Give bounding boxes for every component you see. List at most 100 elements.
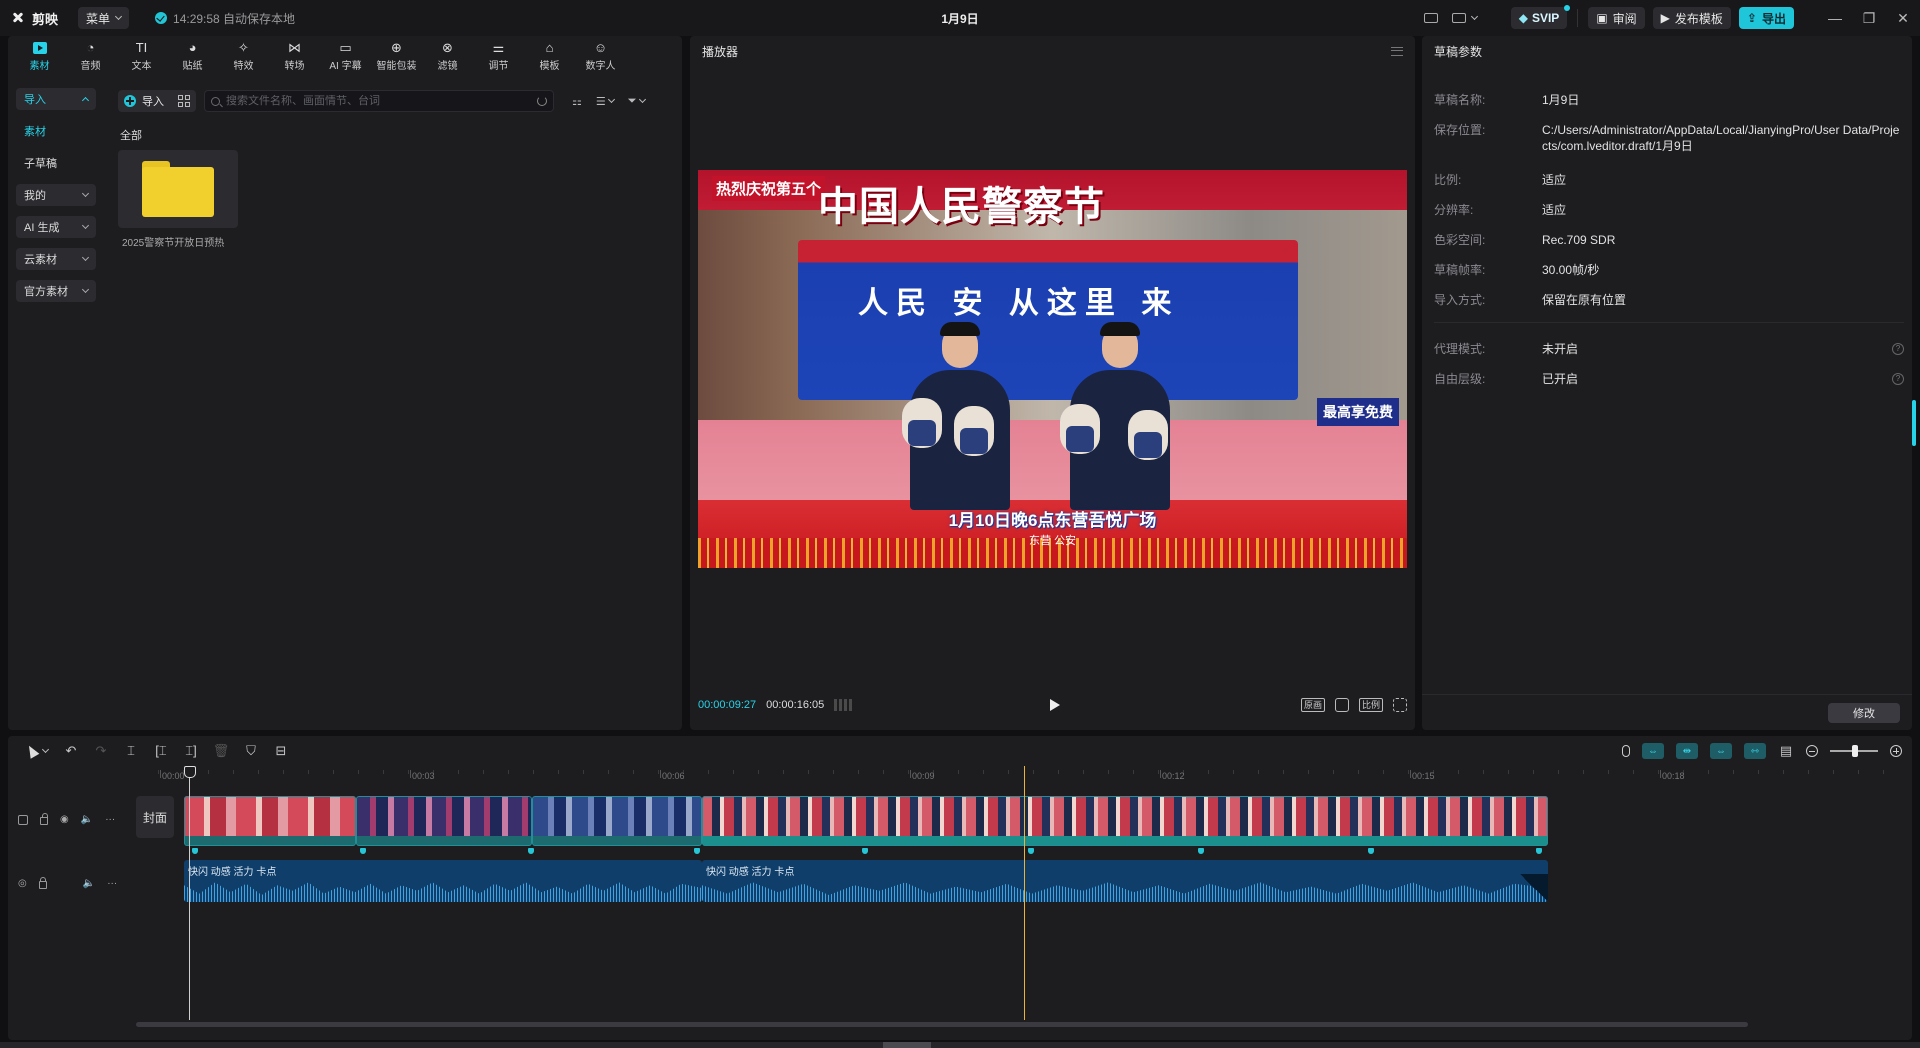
panel-resize-handle[interactable]	[883, 1042, 931, 1048]
video-clip[interactable]	[184, 796, 356, 846]
modify-button[interactable]: 修改	[1828, 703, 1900, 723]
beat-marker[interactable]	[360, 848, 366, 854]
select-tool-button[interactable]	[18, 740, 56, 762]
audio-clip[interactable]: 快闪 动感 活力 卡点	[702, 860, 1548, 902]
review-button[interactable]: ▣ 审阅	[1588, 7, 1645, 29]
video-clip[interactable]	[702, 796, 1548, 846]
beat-marker[interactable]	[1028, 848, 1034, 854]
tab-text[interactable]: TI 文本	[116, 36, 167, 76]
tab-template[interactable]: ⌂ 模板	[524, 36, 575, 76]
redo-button[interactable]: ↷	[86, 740, 116, 762]
tab-filter[interactable]: ⊗ 滤镜	[422, 36, 473, 76]
tab-digital-human[interactable]: ☺ 数字人	[575, 36, 626, 76]
speaker-icon[interactable]: 🔈	[83, 878, 95, 889]
zoom-slider-knob[interactable]	[1852, 745, 1858, 757]
timeline-horizontal-scrollbar[interactable]	[136, 1022, 1748, 1027]
video-preview[interactable]: 热烈庆祝第五个 中国人民警察节 人民 安 从这里 来 最高享免费 1月10日晚6…	[698, 170, 1407, 568]
cover-button[interactable]: 封面	[136, 796, 174, 838]
audio-fade-out[interactable]	[1520, 874, 1548, 902]
menu-button[interactable]: 菜单	[78, 7, 130, 29]
sidebar-item-official[interactable]: 官方素材	[16, 280, 96, 302]
zoom-out-icon[interactable]	[1806, 745, 1818, 757]
delete-button[interactable]: 🗑	[206, 740, 236, 762]
menu-icon[interactable]	[1391, 46, 1403, 56]
tab-audio[interactable]: ◔ 音频	[65, 36, 116, 76]
tab-transition[interactable]: ⋈ 转场	[269, 36, 320, 76]
marker-button[interactable]: ⛉	[236, 740, 266, 762]
timeline-ruler[interactable]: 00:00 00:03 00:06 00:09 00:12 00:15 00:1…	[158, 770, 1908, 784]
beat-marker[interactable]	[862, 848, 868, 854]
tab-effects[interactable]: ✧ 特效	[218, 36, 269, 76]
help-icon[interactable]: ?	[1892, 343, 1904, 355]
sidebar-item-sub-draft[interactable]: 子草稿	[16, 152, 96, 174]
sidebar-item-media[interactable]: 素材	[16, 120, 96, 142]
timecode-mode-icon[interactable]	[834, 699, 855, 711]
close-button[interactable]: ✕	[1886, 0, 1920, 36]
fullscreen-icon[interactable]	[1393, 698, 1407, 712]
beat-marker[interactable]	[528, 848, 534, 854]
eye-icon[interactable]: ◉	[60, 814, 69, 825]
more-icon[interactable]: ···	[107, 878, 117, 889]
linkage-icon[interactable]: ⇔	[1710, 743, 1732, 759]
help-icon[interactable]: ?	[1892, 373, 1904, 385]
speaker-icon[interactable]: 🔈	[81, 814, 93, 825]
timeline-toolbar: ↶ ↷ ⌶ [⌶ ⌶] 🗑 ⛉ ⊟ ⇔ ⇹ ⇔ ⇿ ▤	[8, 736, 1912, 766]
param-key: 比例:	[1434, 173, 1462, 187]
view-mode-button[interactable]: ⚏	[572, 95, 582, 108]
tab-ai-caption[interactable]: ▭ AI 字幕	[320, 36, 371, 76]
beat-marker[interactable]	[1536, 848, 1542, 854]
sidebar-item-import[interactable]: 导入	[16, 88, 96, 110]
sidebar-item-mine[interactable]: 我的	[16, 184, 96, 206]
lock-icon[interactable]	[38, 876, 47, 889]
trim-left-button[interactable]: [⌶	[146, 740, 176, 762]
undo-button[interactable]: ↶	[56, 740, 86, 762]
lock-icon[interactable]	[40, 812, 48, 825]
tab-sticker[interactable]: ◕ 贴纸	[167, 36, 218, 76]
publish-template-button[interactable]: ▶ 发布模板	[1652, 7, 1731, 29]
play-icon[interactable]	[1050, 699, 1060, 711]
ratio-button[interactable]: 比例	[1358, 698, 1383, 712]
sidebar-item-cloud[interactable]: 云素材	[16, 248, 96, 270]
export-button[interactable]: ⇪ 导出	[1738, 7, 1794, 29]
crop-button[interactable]: ⊟	[266, 740, 296, 762]
beat-marker[interactable]	[192, 848, 198, 854]
audio-clip[interactable]: 快闪 动感 活力 卡点	[184, 860, 702, 902]
divider	[1434, 322, 1904, 323]
original-quality-button[interactable]: 原画	[1300, 698, 1325, 712]
zoom-in-icon[interactable]	[1890, 745, 1902, 757]
maximize-button[interactable]: ❐	[1852, 0, 1886, 36]
sort-button[interactable]: ☰	[596, 95, 615, 108]
filter-button[interactable]: ⏷	[628, 95, 646, 108]
minimize-button[interactable]: —	[1818, 0, 1852, 36]
search-input[interactable]	[226, 95, 531, 107]
microphone-icon[interactable]	[1622, 745, 1630, 757]
zoom-slider[interactable]	[1830, 745, 1878, 757]
preview-axis-icon[interactable]: ⇿	[1744, 743, 1766, 759]
beat-marker[interactable]	[1198, 848, 1204, 854]
video-clip[interactable]	[532, 796, 702, 846]
beat-marker[interactable]	[694, 848, 700, 854]
beat-marker[interactable]	[1368, 848, 1374, 854]
svip-button[interactable]: ◆ SVIP	[1510, 5, 1571, 29]
scroll-indicator[interactable]	[1912, 400, 1916, 446]
playhead[interactable]	[1024, 766, 1025, 1020]
video-clip[interactable]	[356, 796, 532, 846]
track-preview-icon[interactable]: ▤	[1778, 740, 1794, 762]
tab-smart-package[interactable]: ⊕ 智能包装	[371, 36, 422, 76]
player-controls: 00:00:09:27 00:00:16:05 原画 比例	[698, 694, 1407, 716]
more-icon[interactable]: ···	[105, 814, 115, 825]
main-track-magnet-icon[interactable]: ⇔	[1642, 743, 1664, 759]
layout-toggle-button[interactable]	[1417, 7, 1445, 29]
tab-media[interactable]: 素材	[14, 36, 65, 76]
import-button[interactable]: 导入	[118, 90, 196, 112]
tab-adjust[interactable]: ⚌ 调节	[473, 36, 524, 76]
refresh-icon[interactable]	[537, 96, 547, 106]
media-sidebar: 导入 素材 子草稿 我的 AI 生成 云素材 官方素材	[16, 88, 96, 312]
sidebar-item-ai-generate[interactable]: AI 生成	[16, 216, 96, 238]
folder-item[interactable]	[118, 150, 238, 228]
layout-select-button[interactable]	[1445, 7, 1485, 29]
snapshot-icon[interactable]	[1334, 698, 1349, 712]
split-button[interactable]: ⌶	[116, 740, 146, 762]
auto-snap-icon[interactable]: ⇹	[1676, 743, 1698, 759]
trim-right-button[interactable]: ⌶]	[176, 740, 206, 762]
